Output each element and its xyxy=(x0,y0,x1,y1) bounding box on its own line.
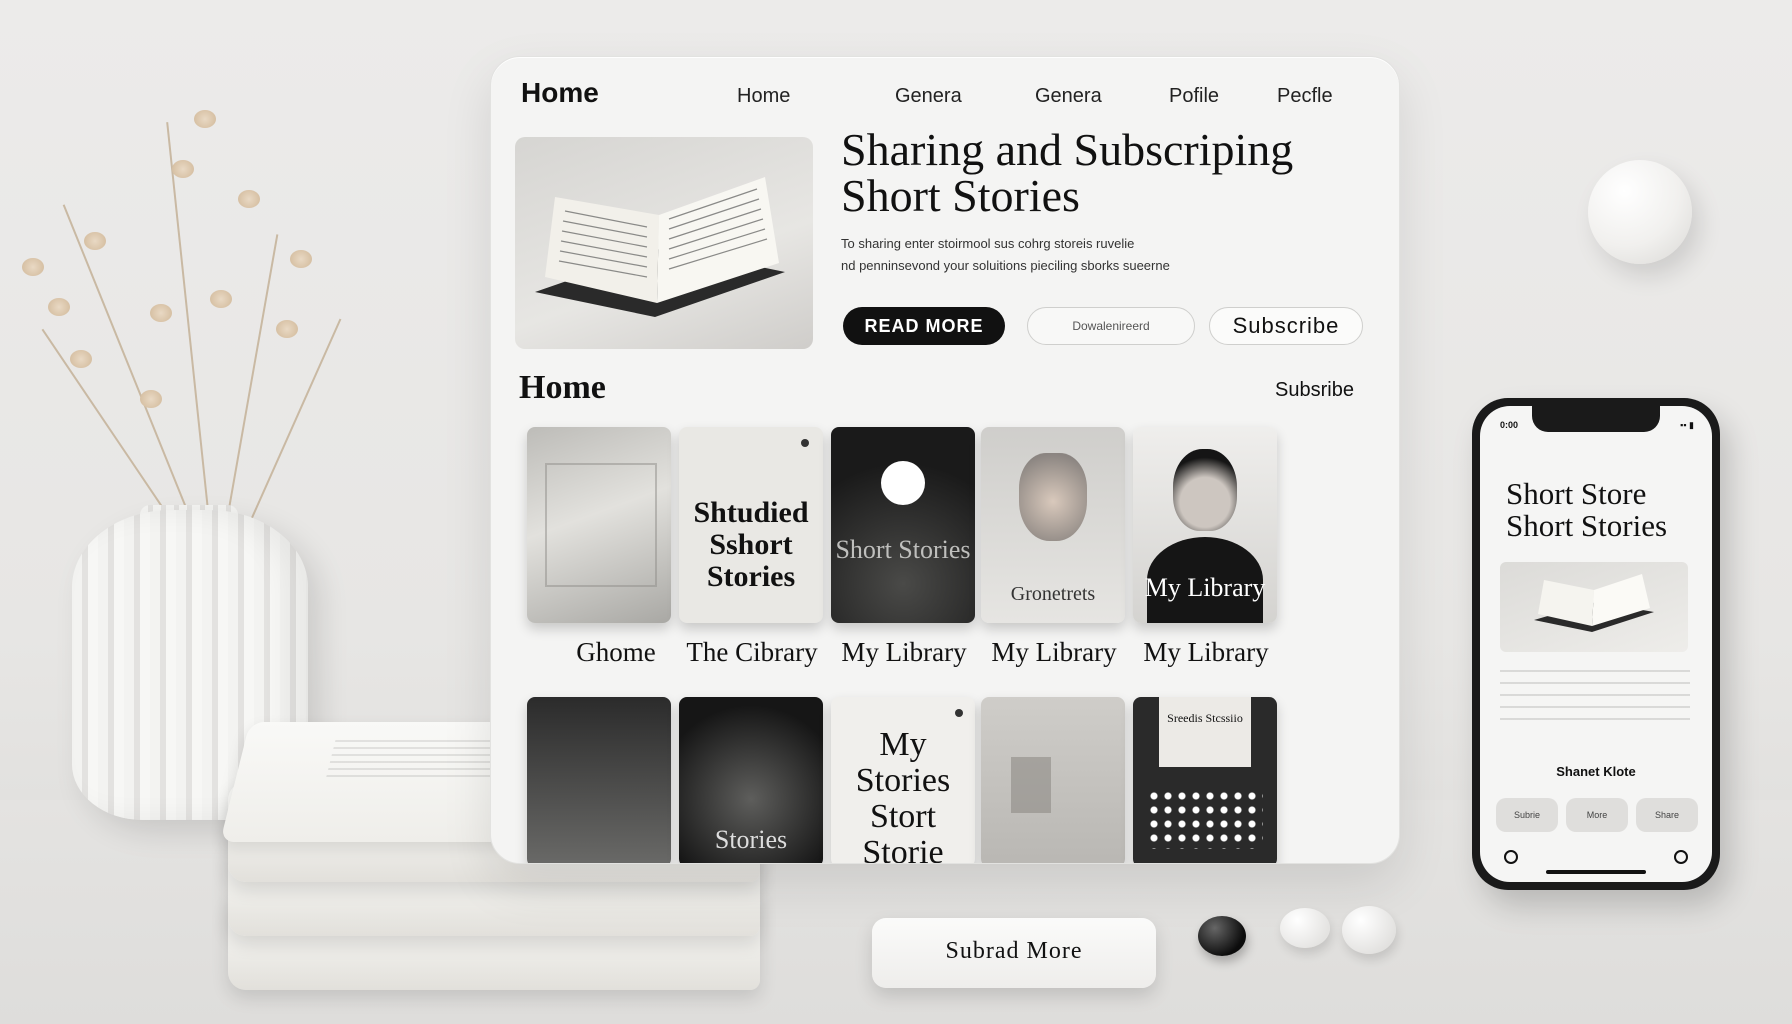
card-cover-text: My Stories Stort Storie xyxy=(855,726,951,864)
card-caption: My Library xyxy=(1143,637,1269,667)
nav-item-genres[interactable]: Genera xyxy=(895,85,962,108)
decorative-sphere xyxy=(1588,160,1692,264)
card-cover-text: Short Stories xyxy=(835,535,971,564)
nav-item-profile-2[interactable]: Pecfle xyxy=(1277,85,1333,108)
subscribe-more-card[interactable]: Subrad More xyxy=(872,918,1156,988)
hero-subtitle-line-1: To sharing enter stoirmool sus cohrg sto… xyxy=(841,236,1135,251)
phone-screen: 0:00 ▪▪ ▮ Short Store Short Stories Shan… xyxy=(1480,406,1712,882)
subscribe-button[interactable]: Subscribe xyxy=(1209,307,1363,345)
phone-title-line-1: Short Store xyxy=(1506,476,1647,511)
story-card[interactable]: Stories xyxy=(679,697,823,863)
story-card[interactable]: My Stories Stort Storie xyxy=(831,697,975,864)
white-pebble xyxy=(1280,908,1330,948)
card-caption: My Library xyxy=(841,637,967,667)
typewriter-keys-icon xyxy=(1147,789,1263,849)
phone-button[interactable]: Subrie xyxy=(1496,798,1558,832)
phone-title-line-2: Short Stories xyxy=(1506,508,1668,543)
nav-item-home[interactable]: Home xyxy=(737,85,790,108)
white-pebble xyxy=(1342,906,1396,954)
card-cover-text: Stories xyxy=(714,825,788,854)
subscribe-link[interactable]: Subsribe xyxy=(1275,379,1354,402)
phone-label: Shanet Klote xyxy=(1556,764,1636,779)
card-caption: The Cibrary xyxy=(686,637,818,667)
menu-icon[interactable] xyxy=(1674,850,1688,864)
story-card[interactable] xyxy=(527,697,671,863)
section-title: Home xyxy=(519,369,606,406)
hero-title-line-1: Sharing and Subscriping xyxy=(841,124,1294,175)
hero-subtitle: To sharing enter stoirmool sus cohrg sto… xyxy=(841,233,1361,277)
black-pebble xyxy=(1198,916,1246,956)
open-book-icon xyxy=(535,177,785,317)
story-card[interactable] xyxy=(981,697,1125,863)
hero-title-line-2: Short Stories xyxy=(841,170,1080,221)
card-cover-text: Gronetrets xyxy=(1010,583,1096,605)
card-cover-text: My Library xyxy=(1144,573,1266,602)
story-card[interactable]: Short Stories xyxy=(831,427,975,623)
hero-title: Sharing and Subscriping Short Stories xyxy=(841,124,1399,221)
phone-mockup: 0:00 ▪▪ ▮ Short Store Short Stories Shan… xyxy=(1472,398,1720,890)
story-card[interactable] xyxy=(527,427,671,623)
story-card[interactable]: My Library xyxy=(1133,427,1277,623)
website-panel: Home Home Genera Genera Pofile Pecfle Sh… xyxy=(490,56,1400,864)
card-caption: My Library xyxy=(991,637,1117,667)
home-indicator xyxy=(1546,870,1646,874)
story-card[interactable]: Sreedis Stcssiio xyxy=(1133,697,1277,863)
hero-subtitle-line-2: nd penninsevond your soluitions piecilin… xyxy=(841,258,1170,273)
card-cover-text: Sreedis Stcssiio xyxy=(1167,711,1243,725)
phone-title: Short Store Short Stories xyxy=(1506,478,1667,542)
phone-button[interactable]: Share xyxy=(1636,798,1698,832)
phone-status-time: 0:00 xyxy=(1500,420,1519,430)
back-icon[interactable] xyxy=(1504,850,1518,864)
download-button[interactable]: Dowalenireerd xyxy=(1027,307,1195,345)
story-card[interactable]: Shtudied Sshort Stories xyxy=(679,427,823,623)
nav-item-genres-2[interactable]: Genera xyxy=(1035,85,1102,108)
open-book-icon xyxy=(1534,574,1654,632)
phone-button[interactable]: More xyxy=(1566,798,1628,832)
story-card[interactable]: Gronetrets xyxy=(981,427,1125,623)
phone-text-lines xyxy=(1500,670,1690,730)
nav-item-profile[interactable]: Pofile xyxy=(1169,85,1219,108)
hero-image xyxy=(515,137,813,349)
read-more-button[interactable]: READ MORE xyxy=(843,307,1005,345)
phone-hero-image xyxy=(1500,562,1688,652)
card-cover-text: Shtudied Sshort Stories xyxy=(693,496,809,593)
phone-notch xyxy=(1532,406,1660,432)
nav-logo[interactable]: Home xyxy=(521,77,599,109)
battery-icon: ▪▪ ▮ xyxy=(1680,420,1694,430)
